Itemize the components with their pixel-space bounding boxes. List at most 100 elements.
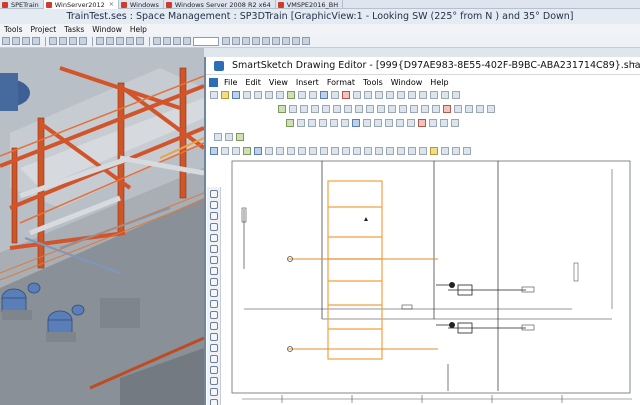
extend-tool-icon[interactable]: [209, 300, 218, 308]
ortho-icon[interactable]: [232, 147, 240, 155]
save-icon[interactable]: [232, 91, 240, 99]
pen-icon[interactable]: [430, 147, 438, 155]
sse-menu-tools[interactable]: Tools: [359, 78, 387, 87]
paste-icon[interactable]: [276, 91, 284, 99]
perpendicular-icon[interactable]: [419, 147, 427, 155]
sse-menu-file[interactable]: File: [220, 78, 241, 87]
leader-icon[interactable]: [352, 119, 360, 127]
dim-coordinate-icon[interactable]: [341, 119, 349, 127]
cut-icon[interactable]: [49, 37, 57, 45]
text-tool-icon[interactable]: [209, 311, 218, 319]
cut-icon[interactable]: [254, 91, 262, 99]
link-tool-icon[interactable]: [209, 377, 218, 385]
print-icon[interactable]: [243, 91, 251, 99]
circle-icon[interactable]: [311, 105, 319, 113]
vm-tab-winserver2012[interactable]: WinServer2012 ✕: [43, 0, 119, 9]
layer-icon[interactable]: [163, 37, 171, 45]
color-icon[interactable]: [243, 147, 251, 155]
open-icon[interactable]: [12, 37, 20, 45]
dim-radial-icon[interactable]: [330, 119, 338, 127]
style-dropdown[interactable]: [193, 36, 219, 46]
fit-icon[interactable]: [272, 37, 280, 45]
print-icon[interactable]: [32, 37, 40, 45]
zoom-out-icon[interactable]: [242, 37, 250, 45]
sse-menu-view[interactable]: View: [265, 78, 292, 87]
fillet-tool-icon[interactable]: [209, 278, 218, 286]
s3d-graphic-view[interactable]: [0, 48, 204, 405]
vm-tab-windows-server-2008[interactable]: Windows Server 2008 R2 x64: [164, 0, 276, 9]
paste-icon[interactable]: [69, 37, 77, 45]
mirror-icon[interactable]: [399, 105, 407, 113]
dim-horizontal-icon[interactable]: [297, 119, 305, 127]
fill-icon[interactable]: [276, 147, 284, 155]
measure-tool-icon[interactable]: [209, 388, 218, 396]
layout-icon[interactable]: [236, 133, 244, 141]
vm-tab-spetrain[interactable]: SPETrain: [0, 0, 44, 9]
scale-icon[interactable]: [410, 105, 418, 113]
highlight-icon[interactable]: [342, 91, 350, 99]
save-icon[interactable]: [22, 37, 30, 45]
fillet-icon[interactable]: [421, 105, 429, 113]
zoom-out-icon[interactable]: [419, 91, 427, 99]
link-icon[interactable]: [320, 91, 328, 99]
line-weight-icon[interactable]: [254, 147, 262, 155]
what-is-this-icon[interactable]: [452, 91, 460, 99]
hatch-tool-icon[interactable]: [209, 344, 218, 352]
hatch-icon[interactable]: [407, 119, 415, 127]
zoom-area-icon[interactable]: [397, 91, 405, 99]
dims-update-icon[interactable]: [451, 119, 459, 127]
pan-icon[interactable]: [252, 37, 260, 45]
bold-icon[interactable]: [298, 147, 306, 155]
format-painter-icon[interactable]: [287, 91, 295, 99]
cursor-icon[interactable]: [364, 147, 372, 155]
measure-icon[interactable]: [292, 37, 300, 45]
parallel-icon[interactable]: [408, 147, 416, 155]
table-tool-icon[interactable]: [209, 366, 218, 374]
s3d-menu-help[interactable]: Help: [126, 25, 151, 34]
s3d-menu-tasks[interactable]: Tasks: [60, 25, 88, 34]
trim-tool-icon[interactable]: [209, 289, 218, 297]
fit-icon[interactable]: [430, 91, 438, 99]
table-icon[interactable]: [440, 119, 448, 127]
pencil-icon[interactable]: [441, 147, 449, 155]
undo-icon[interactable]: [79, 37, 87, 45]
align-center-icon[interactable]: [331, 147, 339, 155]
layer-icon[interactable]: [386, 91, 394, 99]
relationships-icon[interactable]: [487, 105, 495, 113]
view-icon[interactable]: [183, 37, 191, 45]
rectangle-icon[interactable]: [333, 105, 341, 113]
constraint-icon[interactable]: [386, 147, 394, 155]
vm-tab-vmspe2016[interactable]: VMSPE2016_BH: [276, 0, 344, 9]
dim-vertical-icon[interactable]: [308, 119, 316, 127]
move-icon[interactable]: [106, 37, 114, 45]
polyline-tool-icon[interactable]: [209, 212, 218, 220]
circle-tool-icon[interactable]: [209, 245, 218, 253]
s3d-menu-project[interactable]: Project: [26, 25, 60, 34]
image-tool-icon[interactable]: [209, 355, 218, 363]
sse-menu-format[interactable]: Format: [323, 78, 359, 87]
close-icon[interactable]: [443, 105, 451, 113]
rotate-icon[interactable]: [262, 37, 270, 45]
split-icon[interactable]: [454, 105, 462, 113]
arc-tool-icon[interactable]: [209, 234, 218, 242]
filter-icon[interactable]: [153, 37, 161, 45]
dimension-icon[interactable]: [286, 119, 294, 127]
extend-icon[interactable]: [355, 105, 363, 113]
delete-icon[interactable]: [116, 37, 124, 45]
symbol-tool-icon[interactable]: [209, 333, 218, 341]
sse-menu-window[interactable]: Window: [387, 78, 427, 87]
grid-icon[interactable]: [210, 147, 218, 155]
rotate-icon[interactable]: [388, 105, 396, 113]
close-icon[interactable]: ✕: [109, 1, 114, 8]
chamfer-icon[interactable]: [432, 105, 440, 113]
align-right-icon[interactable]: [342, 147, 350, 155]
balloon-icon[interactable]: [363, 119, 371, 127]
italic-icon[interactable]: [309, 147, 317, 155]
new-icon[interactable]: [210, 91, 218, 99]
symbol-icon[interactable]: [396, 119, 404, 127]
line-tool-icon[interactable]: [278, 105, 286, 113]
open-icon[interactable]: [221, 91, 229, 99]
s3d-menu-tools[interactable]: Tools: [0, 25, 26, 34]
label-icon[interactable]: [385, 119, 393, 127]
zoom-icon[interactable]: [222, 37, 230, 45]
